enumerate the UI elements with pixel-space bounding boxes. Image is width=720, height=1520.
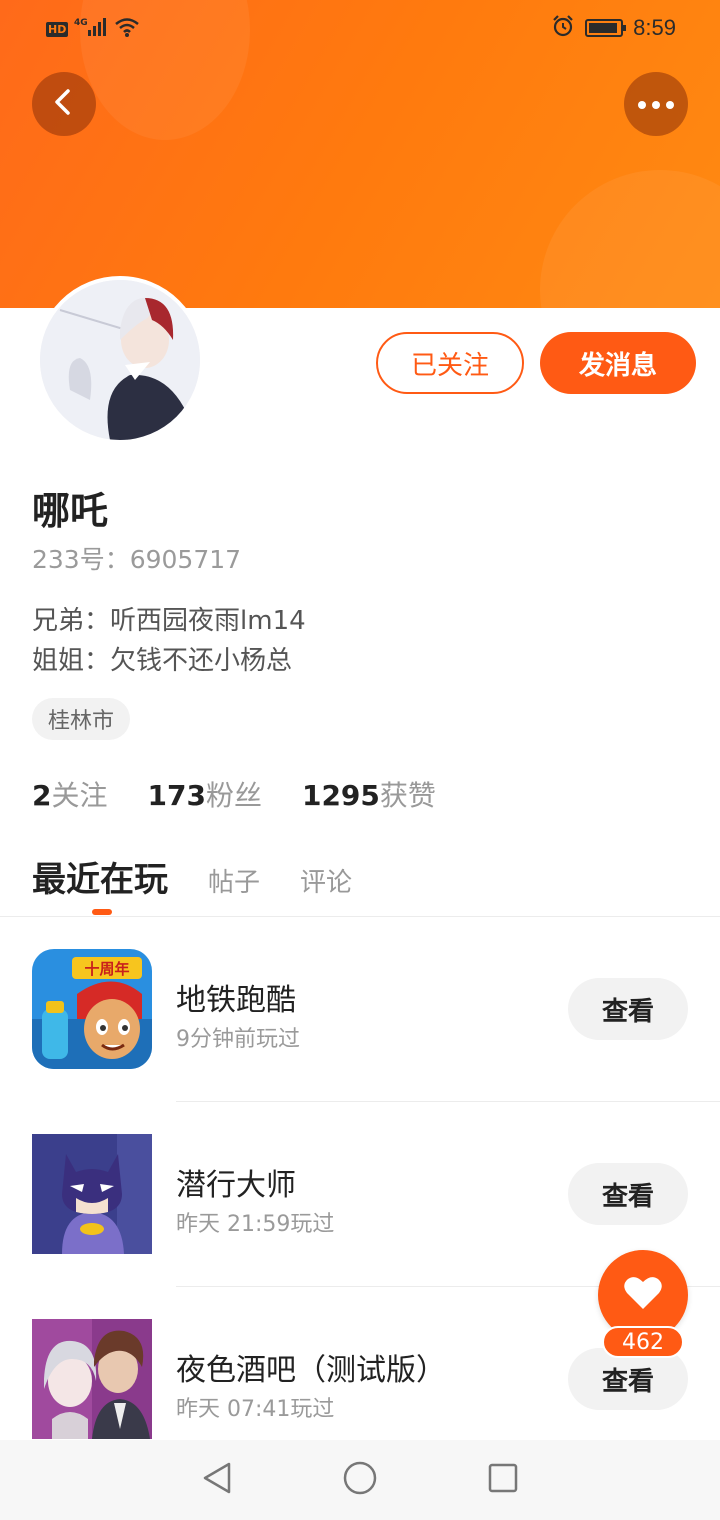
profile-name: 哪吒 bbox=[32, 489, 109, 533]
stat-likes: 1295获赞 bbox=[302, 774, 436, 814]
game-last-played: 9分钟前玩过 bbox=[176, 1027, 300, 1052]
relation-value[interactable]: 听西园夜雨lm14 bbox=[110, 606, 306, 636]
user-id-label: 233号： bbox=[32, 545, 130, 574]
nav-recents-icon[interactable] bbox=[487, 1462, 519, 1498]
game-icon: 十周年 bbox=[32, 949, 152, 1069]
more-button[interactable] bbox=[624, 72, 688, 136]
alarm-icon bbox=[551, 14, 575, 42]
stat-label: 关注 bbox=[51, 779, 108, 812]
game-icon bbox=[32, 1134, 152, 1254]
avatar[interactable] bbox=[36, 276, 204, 444]
game-title: 夜色酒吧（测试版） bbox=[176, 1353, 446, 1388]
tab-recent-games[interactable]: 最近在玩 bbox=[32, 852, 168, 901]
game-last-played: 昨天 07:41玩过 bbox=[176, 1397, 335, 1422]
game-icon bbox=[32, 1319, 152, 1439]
system-nav-bar bbox=[0, 1440, 720, 1520]
profile-tabs: 最近在玩 帖子 评论 bbox=[32, 852, 352, 901]
game-title: 地铁跑酷 bbox=[176, 983, 296, 1018]
stat-following[interactable]: 2关注 bbox=[32, 774, 108, 814]
send-message-button[interactable]: 发消息 bbox=[540, 332, 696, 394]
wifi-icon bbox=[114, 16, 140, 42]
relation-label: 姐姐： bbox=[32, 646, 111, 676]
battery-icon bbox=[585, 19, 627, 37]
stat-number: 173 bbox=[147, 779, 206, 812]
user-id-value: 6905717 bbox=[129, 545, 242, 574]
view-button[interactable]: 查看 bbox=[568, 978, 688, 1040]
city-tag: 桂林市 bbox=[32, 698, 131, 740]
nav-home-icon[interactable] bbox=[343, 1461, 377, 1499]
tab-active-indicator bbox=[92, 909, 112, 915]
game-icon-label: 十周年 bbox=[84, 960, 129, 978]
relation-value[interactable]: 欠钱不还小杨总 bbox=[110, 646, 292, 676]
game-list-item[interactable]: 潜行大师 昨天 21:59玩过 查看 bbox=[0, 1102, 720, 1287]
signal-icon: 4G bbox=[74, 16, 108, 42]
battery-level bbox=[589, 23, 618, 33]
relation-label: 兄弟： bbox=[32, 606, 111, 636]
game-list-item[interactable]: 十周年 地铁跑酷 9分钟前玩过 查看 bbox=[0, 917, 720, 1102]
followed-button[interactable]: 已关注 bbox=[376, 332, 524, 394]
nav-back-icon[interactable] bbox=[201, 1461, 233, 1499]
view-button[interactable]: 查看 bbox=[568, 1163, 688, 1225]
stat-label: 获赞 bbox=[379, 779, 436, 812]
game-last-played: 昨天 21:59玩过 bbox=[176, 1212, 335, 1237]
hd-badge: HD bbox=[46, 21, 69, 37]
avatar-image bbox=[40, 280, 200, 440]
game-title: 潜行大师 bbox=[176, 1168, 296, 1203]
back-button[interactable] bbox=[32, 72, 96, 136]
stat-fans[interactable]: 173粉丝 bbox=[148, 774, 262, 814]
like-count-badge: 462 bbox=[602, 1326, 684, 1358]
tab-posts[interactable]: 帖子 bbox=[208, 862, 260, 899]
banner-decoration bbox=[540, 170, 720, 308]
profile-stats: 2关注 173粉丝 1295获赞 bbox=[32, 774, 436, 814]
stat-number: 2 bbox=[32, 779, 52, 812]
stat-number: 1295 bbox=[301, 779, 380, 812]
stat-label: 粉丝 bbox=[205, 779, 262, 812]
relation-line: 姐姐：欠钱不还小杨总 bbox=[32, 640, 292, 677]
more-dots-icon bbox=[636, 95, 676, 114]
tab-comments[interactable]: 评论 bbox=[300, 862, 352, 899]
svg-text:4G: 4G bbox=[74, 18, 88, 28]
status-bar: HD 4G 8:59 bbox=[0, 0, 720, 56]
relation-line: 兄弟：听西园夜雨lm14 bbox=[32, 600, 306, 637]
chevron-left-icon bbox=[49, 87, 79, 121]
heart-icon bbox=[623, 1275, 663, 1315]
status-time: 8:59 bbox=[633, 15, 676, 40]
user-id: 233号：6905717 bbox=[32, 540, 241, 576]
